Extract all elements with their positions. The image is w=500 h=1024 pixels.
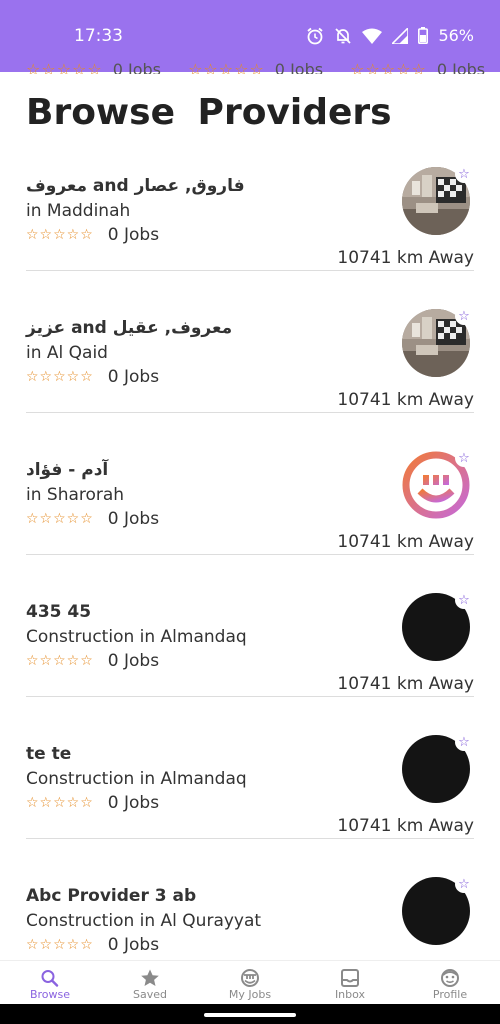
page-title: Browse Providers	[26, 92, 392, 133]
search-icon	[41, 970, 59, 987]
wifi-icon	[362, 28, 383, 44]
nav-profile-label: Profile	[432, 988, 468, 1001]
rating-stars: ☆☆☆☆☆	[26, 511, 94, 527]
provider-location: in Sharorah	[26, 485, 125, 505]
divider	[26, 838, 474, 839]
provider-location: Construction in Almandaq	[26, 769, 247, 789]
rating-stars: ☆☆☆☆☆	[188, 60, 265, 74]
jobs-icon	[241, 969, 259, 987]
provider-card[interactable]: 435 45 Construction in Almandaq ☆☆☆☆☆ 0 J…	[0, 580, 500, 722]
provider-card[interactable]: te te Construction in Almandaq ☆☆☆☆☆ 0 Jo…	[0, 722, 500, 864]
alarm-icon	[307, 27, 324, 44]
signal-icon	[392, 27, 409, 44]
divider	[26, 696, 474, 697]
provider-location: Construction in Al Qurayyat	[26, 911, 262, 931]
nav-profile[interactable]: Profile	[400, 961, 500, 1005]
nav-browse-label: Browse	[29, 988, 71, 1001]
rating-stars: ☆☆☆☆☆	[26, 795, 94, 811]
jobs-count: 0 Jobs	[107, 935, 160, 955]
provider-distance: 10741 km Away	[337, 816, 474, 836]
status-icons: 56%	[306, 26, 474, 45]
provider-card[interactable]: عزيز and معروف, عقيل in Al Qaid ☆☆☆☆☆ 0 J…	[0, 296, 500, 438]
jobs-count: 0 Jobs	[274, 60, 324, 74]
provider-rating: ☆☆☆☆☆ 0 Jobs	[26, 793, 159, 813]
nav-my-jobs-label: My Jobs	[228, 988, 272, 1001]
notifications-off-icon	[335, 27, 352, 44]
provider-name: te te	[26, 744, 72, 764]
partial-rating: ☆☆☆☆☆ 0 Jobs	[350, 60, 485, 74]
rating-stars: ☆☆☆☆☆	[26, 369, 94, 385]
star-icon	[141, 969, 159, 986]
partial-rating: ☆☆☆☆☆ 0 Jobs	[26, 60, 161, 74]
divider	[26, 554, 474, 555]
home-gesture-handle[interactable]	[204, 1013, 296, 1017]
jobs-count: 0 Jobs	[107, 225, 160, 245]
nav-inbox-label: Inbox	[334, 988, 366, 1001]
battery-icon	[418, 27, 429, 44]
provider-card[interactable]: آدم - فؤاد in Sharorah ☆☆☆☆☆ 0 Jobs 10741…	[0, 438, 500, 580]
rating-stars: ☆☆☆☆☆	[26, 60, 103, 74]
jobs-count: 0 Jobs	[436, 60, 486, 74]
jobs-count: 0 Jobs	[107, 509, 160, 529]
provider-distance: 10741 km Away	[337, 532, 474, 552]
favorite-star-icon[interactable]: ☆	[455, 165, 473, 183]
divider	[26, 412, 474, 413]
profile-icon	[441, 969, 459, 987]
provider-location: in Maddinah	[26, 201, 131, 221]
provider-name: آدم - فؤاد	[26, 460, 109, 480]
battery-level: 56%	[438, 26, 474, 45]
provider-list: معروف and فاروق, عصار in Maddinah ☆☆☆☆☆ 0…	[0, 154, 500, 1006]
provider-rating: ☆☆☆☆☆ 0 Jobs	[26, 225, 159, 245]
provider-location: in Al Qaid	[26, 343, 108, 363]
provider-rating: ☆☆☆☆☆ 0 Jobs	[26, 367, 159, 387]
previous-card-rating-row: ☆☆☆☆☆ 0 Jobs ☆☆☆☆☆ 0 Jobs ☆☆☆☆☆ 0 Jobs	[26, 60, 500, 74]
rating-stars: ☆☆☆☆☆	[350, 60, 427, 74]
jobs-count: 0 Jobs	[107, 793, 160, 813]
inbox-icon	[341, 969, 359, 987]
favorite-star-icon[interactable]: ☆	[455, 307, 473, 325]
jobs-count: 0 Jobs	[107, 651, 160, 671]
provider-rating: ☆☆☆☆☆ 0 Jobs	[26, 509, 159, 529]
provider-distance: 10741 km Away	[337, 390, 474, 410]
provider-rating: ☆☆☆☆☆ 0 Jobs	[26, 651, 159, 671]
provider-card[interactable]: معروف and فاروق, عصار in Maddinah ☆☆☆☆☆ 0…	[0, 154, 500, 296]
favorite-star-icon[interactable]: ☆	[455, 591, 473, 609]
provider-name: معروف and فاروق, عصار	[26, 176, 245, 196]
favorite-star-icon[interactable]: ☆	[455, 733, 473, 751]
favorite-star-icon[interactable]: ☆	[455, 875, 473, 893]
nav-saved-label: Saved	[133, 988, 167, 1001]
partial-rating: ☆☆☆☆☆ 0 Jobs	[188, 60, 323, 74]
jobs-count: 0 Jobs	[107, 367, 160, 387]
jobs-count: 0 Jobs	[112, 60, 161, 74]
rating-stars: ☆☆☆☆☆	[26, 227, 94, 243]
rating-stars: ☆☆☆☆☆	[26, 937, 94, 953]
provider-distance: 10741 km Away	[337, 248, 474, 268]
provider-rating: ☆☆☆☆☆ 0 Jobs	[26, 935, 159, 955]
rating-stars: ☆☆☆☆☆	[26, 653, 94, 669]
nav-browse[interactable]: Browse	[0, 961, 100, 1005]
status-time: 17:33	[74, 26, 123, 46]
provider-location: Construction in Almandaq	[26, 627, 247, 647]
nav-my-jobs[interactable]: My Jobs	[200, 961, 300, 1005]
provider-name: Abc Provider 3 ab	[26, 886, 197, 906]
nav-inbox[interactable]: Inbox	[300, 961, 400, 1005]
provider-distance: 10741 km Away	[337, 674, 474, 694]
divider	[26, 270, 474, 271]
nav-saved[interactable]: Saved	[100, 961, 200, 1005]
provider-name: 435 45	[26, 602, 92, 622]
favorite-star-icon[interactable]: ☆	[455, 449, 473, 467]
bottom-navigation: Browse Saved My Jobs Inbox Profile	[0, 960, 500, 1005]
provider-name: عزيز and معروف, عقيل	[26, 318, 233, 338]
